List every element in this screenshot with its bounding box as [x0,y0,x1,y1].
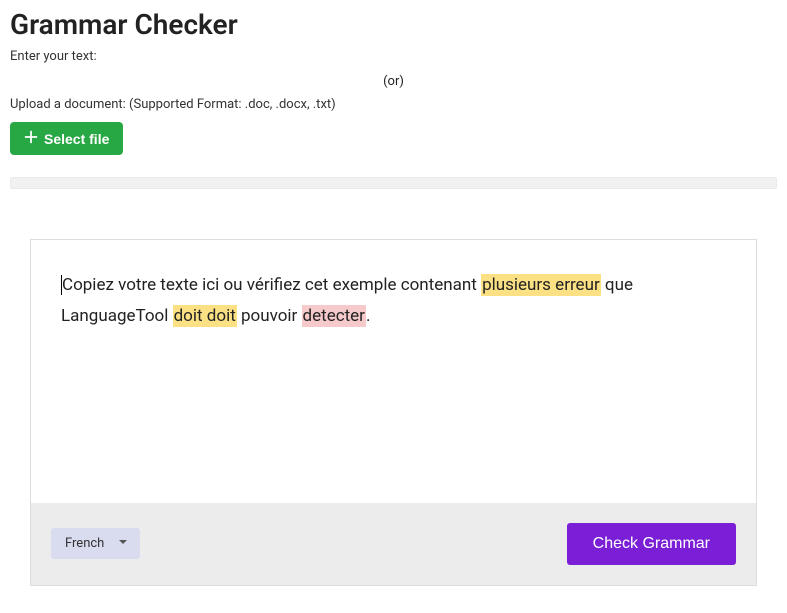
text-segment: . [366,306,370,326]
upload-label: Upload a document: (Supported Format: .d… [10,97,777,112]
highlight-pink: detecter [302,305,366,327]
separator-bar [10,177,777,189]
select-file-label: Select file [44,131,109,147]
check-grammar-button[interactable]: Check Grammar [567,523,736,565]
text-segment: Copiez votre texte ici ou vérifiez cet e… [62,275,481,295]
highlight-yellow: plusieurs erreur [481,274,601,296]
text-segment: pouvoir [237,306,302,326]
page-title: Grammar Checker [10,8,777,41]
highlight-yellow: doit doit [173,305,237,327]
or-label: (or) [10,74,777,89]
chevron-down-icon [118,536,128,551]
text-editor[interactable]: Copiez votre texte ici ou vérifiez cet e… [31,240,756,503]
select-file-button[interactable]: Select file [10,122,123,155]
enter-text-label: Enter your text: [10,49,777,64]
language-selected-label: French [65,536,104,551]
editor-panel: Copiez votre texte ici ou vérifiez cet e… [30,239,757,586]
language-select[interactable]: French [51,528,140,559]
editor-footer: French Check Grammar [31,503,756,585]
plus-icon [24,130,38,147]
